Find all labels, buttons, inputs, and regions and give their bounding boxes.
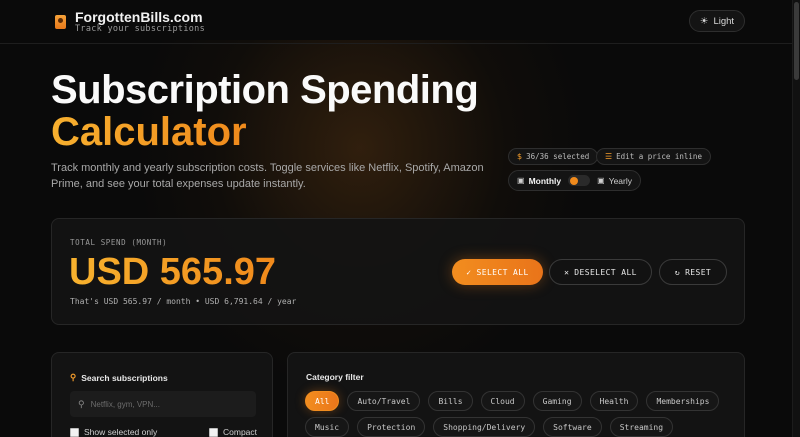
- show-selected-only-option[interactable]: Show selected only: [70, 427, 157, 437]
- top-bar: ForgottenBills.com Track your subscripti…: [0, 0, 792, 44]
- check-icon: ✓: [466, 267, 472, 277]
- select-all-label: SELECT ALL: [476, 267, 529, 277]
- total-spend-breakdown: That's USD 565.97 / month • USD 6,791.64…: [70, 297, 297, 306]
- theme-toggle-label: Light: [713, 15, 735, 27]
- billing-switch[interactable]: [568, 175, 591, 186]
- category-chip-list: All Auto/Travel Bills Cloud Gaming Health Memb…: [305, 391, 735, 437]
- monthly-option[interactable]: Monthly: [529, 176, 562, 186]
- show-selected-only-checkbox[interactable]: [70, 427, 79, 437]
- category-chip[interactable]: Software: [543, 417, 602, 437]
- calendar-icon: ▣: [517, 176, 525, 185]
- yearly-option[interactable]: Yearly: [609, 176, 632, 186]
- compact-option[interactable]: Compact: [209, 427, 257, 437]
- search-icon: ⚲: [78, 398, 85, 409]
- switch-knob: [570, 176, 579, 185]
- logo-icon: [55, 15, 66, 29]
- total-spend-card: TOTAL SPEND (MONTH) USD 565.97 That's US…: [51, 218, 745, 325]
- category-chip[interactable]: Gaming: [532, 391, 582, 411]
- search-box[interactable]: ⚲: [70, 391, 256, 417]
- page-title: Subscription Spending: [51, 68, 479, 112]
- category-chip[interactable]: Health: [589, 391, 639, 411]
- calendar-icon: ▣: [597, 176, 605, 185]
- select-all-button[interactable]: ✓ SELECT ALL: [452, 259, 543, 285]
- reset-button[interactable]: ↻ RESET: [659, 259, 727, 285]
- search-icon: ⚲: [70, 372, 77, 382]
- category-filter-title: Category filter: [306, 372, 364, 382]
- edit-hint-label: Edit a price inline: [616, 152, 702, 161]
- category-chip[interactable]: Memberships: [646, 391, 720, 411]
- sliders-icon: ☰: [605, 152, 613, 161]
- theme-toggle-button[interactable]: ☀ Light: [689, 10, 745, 32]
- category-chip[interactable]: All: [305, 391, 340, 411]
- billing-period-toggle[interactable]: ▣ Monthly ▣ Yearly: [508, 170, 641, 191]
- dollar-icon: $: [517, 152, 523, 161]
- compact-checkbox[interactable]: [209, 427, 218, 437]
- refresh-icon: ↻: [674, 267, 681, 277]
- page-description: Track monthly and yearly subscription co…: [51, 162, 484, 190]
- category-chip[interactable]: Shopping/Delivery: [433, 417, 536, 437]
- category-chip[interactable]: Bills: [428, 391, 473, 411]
- compact-label: Compact: [223, 427, 258, 437]
- search-input[interactable]: [90, 399, 241, 409]
- category-chip[interactable]: Streaming: [609, 417, 674, 437]
- selected-count-label: 36/36 selected: [526, 152, 590, 161]
- scrollbar-thumb[interactable]: [794, 2, 799, 80]
- close-icon: ✕: [564, 267, 570, 277]
- search-panel: ⚲ Search subscriptions ⚲ Show selected o…: [51, 352, 273, 437]
- edit-hint-chip: ☰ Edit a price inline: [596, 148, 711, 165]
- category-filter-panel: Category filter All Auto/Travel Bills Cloud…: [287, 352, 745, 437]
- search-panel-title: ⚲ Search subscriptions: [70, 372, 168, 383]
- total-spend-value: USD 565.97: [69, 251, 277, 293]
- selected-count-chip: $ 36/36 selected: [508, 148, 599, 165]
- category-chip[interactable]: Auto/Travel: [347, 391, 421, 411]
- brand-name[interactable]: ForgottenBills.com: [75, 9, 203, 25]
- category-chip[interactable]: Protection: [357, 417, 426, 437]
- brand-tagline: Track your subscriptions: [75, 24, 206, 34]
- search-panel-title-label: Search subscriptions: [81, 372, 168, 383]
- show-selected-only-label: Show selected only: [84, 427, 158, 437]
- reset-label: RESET: [685, 267, 712, 277]
- page-title-accent: Calculator: [51, 110, 247, 154]
- deselect-all-button[interactable]: ✕ DESELECT ALL: [549, 259, 652, 285]
- sun-icon: ☀: [699, 15, 709, 27]
- page-scrollbar[interactable]: [792, 0, 800, 437]
- category-chip[interactable]: Music: [305, 417, 350, 437]
- category-chip[interactable]: Cloud: [480, 391, 525, 411]
- total-spend-label: TOTAL SPEND (MONTH): [70, 238, 168, 247]
- deselect-all-label: DESELECT ALL: [574, 267, 637, 277]
